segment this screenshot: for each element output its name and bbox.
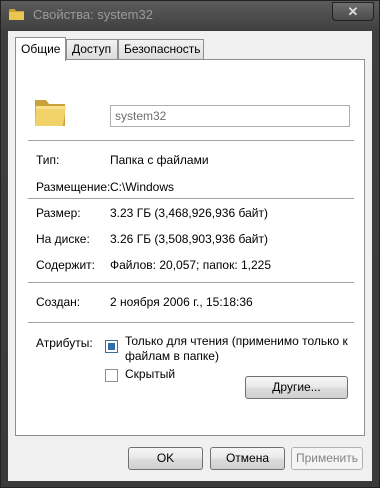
location-label: Размещение: <box>36 180 111 194</box>
title-bar[interactable]: Свойства: system32 ✕ <box>1 1 380 31</box>
readonly-label-line1: Только для чтения (применимо только к <box>125 334 348 348</box>
tab-sharing[interactable]: Доступ <box>66 39 118 59</box>
attributes-label: Атрибуты: <box>36 336 93 350</box>
advanced-button[interactable]: Другие... <box>245 376 348 399</box>
properties-window: Свойства: system32 ✕ Общие Доступ Безопа… <box>0 0 380 488</box>
separator <box>28 140 354 141</box>
folder-icon <box>35 100 66 126</box>
separator <box>28 198 354 199</box>
close-button[interactable]: ✕ <box>332 2 374 21</box>
apply-button[interactable]: Применить <box>291 447 363 470</box>
size-label: Размер: <box>36 206 81 220</box>
ok-button[interactable]: OK <box>128 447 203 470</box>
hidden-label: Скрытый <box>125 367 176 381</box>
contains-value: Файлов: 20,057; папок: 1,225 <box>110 258 272 272</box>
size-value: 3.23 ГБ (3,468,926,936 байт) <box>110 206 268 220</box>
window-title: Свойства: system32 <box>33 7 153 22</box>
folder-icon <box>9 9 24 20</box>
tab-general[interactable]: Общие <box>15 37 66 61</box>
general-tab-panel: Тип: Папка с файлами Размещение: C:\Wind… <box>15 59 365 436</box>
created-label: Создан: <box>36 295 81 309</box>
folder-name-input[interactable] <box>110 105 350 127</box>
readonly-label-line2: файлам в папке) <box>125 349 219 363</box>
type-value: Папка с файлами <box>110 153 209 167</box>
type-label: Тип: <box>36 153 60 167</box>
tab-security[interactable]: Безопасность <box>118 39 204 59</box>
contains-label: Содержит: <box>36 258 95 272</box>
separator <box>28 282 354 283</box>
close-icon: ✕ <box>347 4 359 19</box>
created-value: 2 ноября 2006 г., 15:18:36 <box>110 295 253 309</box>
dialog-client: Общие Доступ Безопасность Тип: Папка с ф… <box>8 31 372 481</box>
separator <box>28 322 354 323</box>
size-on-disk-label: На диске: <box>36 232 90 246</box>
location-value: C:\Windows <box>110 180 175 194</box>
cancel-button[interactable]: Отмена <box>210 447 285 470</box>
hidden-checkbox[interactable] <box>105 369 118 382</box>
readonly-checkbox[interactable] <box>105 340 118 353</box>
size-on-disk-value: 3.26 ГБ (3,508,903,936 байт) <box>110 232 268 246</box>
